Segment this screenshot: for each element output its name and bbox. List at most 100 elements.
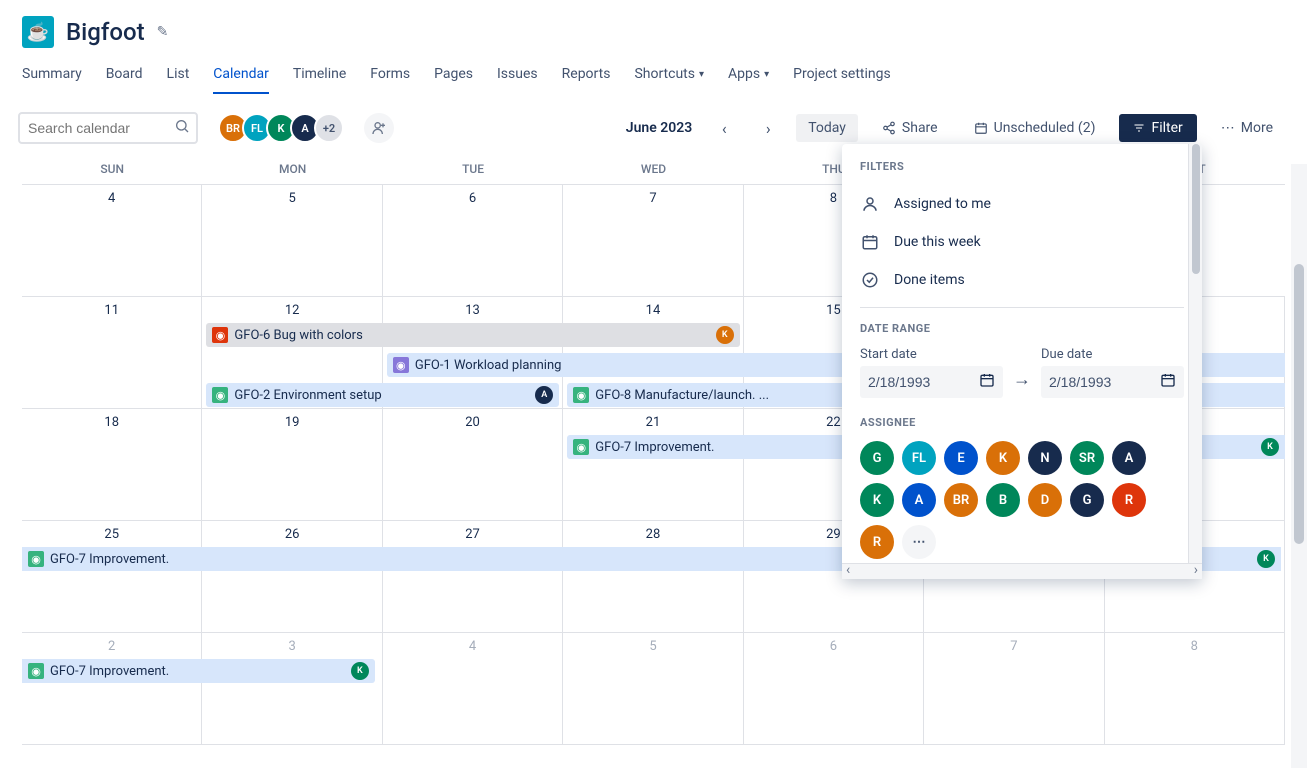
issue-type-icon: ◉ — [573, 439, 589, 455]
calendar-event[interactable]: ◉GFO-2 Environment setupA — [206, 383, 559, 407]
calendar-cell[interactable]: 4 — [22, 185, 202, 296]
assignee-chip[interactable]: D — [1028, 483, 1062, 517]
assignee-chip[interactable]: A — [902, 483, 936, 517]
tab-calendar[interactable]: Calendar — [213, 60, 269, 94]
date-number: 5 — [208, 189, 375, 206]
tab-list[interactable]: List — [167, 60, 190, 94]
date-number: 26 — [208, 525, 375, 542]
tab-shortcuts[interactable]: Shortcuts▾ — [634, 60, 704, 94]
calendar-cell[interactable]: 5 — [563, 633, 743, 744]
calendar-cell[interactable]: 5 — [202, 185, 382, 296]
calendar-cell[interactable]: 19 — [202, 409, 382, 520]
date-number: 12 — [208, 301, 375, 318]
assignee-chip[interactable]: N — [1028, 441, 1062, 475]
more-button[interactable]: ⋯ More — [1209, 114, 1285, 142]
more-label: More — [1241, 120, 1273, 136]
assignee-chip[interactable]: A — [1112, 441, 1146, 475]
date-number: 14 — [569, 301, 736, 318]
calendar-cell[interactable]: 21 — [563, 409, 743, 520]
assignee-more-button[interactable]: ⋯ — [902, 525, 936, 559]
assignee-chip[interactable]: R — [1112, 483, 1146, 517]
filter-option[interactable]: Due this week — [860, 223, 1184, 261]
calendar-cell[interactable]: 7 — [563, 185, 743, 296]
date-number: 13 — [389, 301, 556, 318]
date-number: 2 — [28, 637, 195, 654]
date-number: 20 — [389, 413, 556, 430]
event-text: GFO-7 Improvement. — [50, 664, 347, 679]
chevron-down-icon: ▾ — [699, 69, 704, 80]
assignee-chip[interactable]: K — [986, 441, 1020, 475]
edit-icon[interactable]: ✎ — [157, 24, 169, 40]
next-month-button[interactable]: › — [752, 112, 784, 144]
share-button[interactable]: Share — [870, 114, 950, 142]
calendar-cell[interactable]: 26 — [202, 521, 382, 632]
tab-board[interactable]: Board — [106, 60, 143, 94]
calendar-cell[interactable]: 20 — [383, 409, 563, 520]
assignee-avatar: K — [1257, 550, 1275, 568]
today-button[interactable]: Today — [796, 114, 858, 142]
filter-label: Filter — [1151, 120, 1182, 136]
panel-vertical-scrollbar[interactable] — [1188, 144, 1202, 563]
issue-type-icon: ◉ — [573, 387, 589, 403]
assignee-chip[interactable]: FL — [902, 441, 936, 475]
panel-horizontal-scrollbar[interactable] — [842, 563, 1202, 579]
assignee-chip[interactable]: K — [860, 483, 894, 517]
tab-pages[interactable]: Pages — [434, 60, 473, 94]
tab-issues[interactable]: Issues — [497, 60, 538, 94]
assignee-chip[interactable]: G — [1070, 483, 1104, 517]
unscheduled-button[interactable]: Unscheduled (2) — [962, 114, 1108, 142]
calendar-icon[interactable] — [979, 372, 995, 392]
calendar-cell[interactable]: 6 — [744, 633, 924, 744]
calendar-cell[interactable]: 28 — [563, 521, 743, 632]
issue-type-icon: ◉ — [212, 327, 228, 343]
add-person-button[interactable] — [364, 113, 394, 143]
calendar-cell[interactable]: 18 — [22, 409, 202, 520]
due-date-input[interactable] — [1049, 374, 1160, 390]
share-label: Share — [902, 120, 938, 136]
date-number: 6 — [389, 189, 556, 206]
filter-option-label: Due this week — [894, 234, 981, 250]
filter-button[interactable]: Filter — [1119, 114, 1196, 142]
assignee-chip[interactable]: SR — [1070, 441, 1104, 475]
page-vertical-scrollbar[interactable] — [1291, 164, 1307, 768]
chevron-down-icon: ▾ — [764, 69, 769, 80]
tab-reports[interactable]: Reports — [562, 60, 611, 94]
calendar-icon[interactable] — [1160, 372, 1176, 392]
assignee-chip[interactable]: G — [860, 441, 894, 475]
assignee-chip[interactable]: R — [860, 525, 894, 559]
avatar-row: BRFLKA+2 — [218, 113, 344, 143]
date-number: 28 — [569, 525, 736, 542]
calendar-cell[interactable]: 8 — [1105, 633, 1285, 744]
calendar-event[interactable]: ◉GFO-7 Improvement.K — [22, 659, 375, 683]
calendar-cell[interactable]: 2 — [22, 633, 202, 744]
prev-month-button[interactable]: ‹ — [708, 112, 740, 144]
tab-forms[interactable]: Forms — [370, 60, 410, 94]
issue-type-icon: ◉ — [212, 387, 228, 403]
tab-timeline[interactable]: Timeline — [293, 60, 346, 94]
assignee-chip[interactable]: BR — [944, 483, 978, 517]
due-date-label: Due date — [1041, 347, 1184, 362]
calendar-event[interactable]: ◉GFO-6 Bug with colorsK — [206, 323, 739, 347]
date-number: 4 — [389, 637, 556, 654]
calendar-cell[interactable]: 27 — [383, 521, 563, 632]
date-number: 11 — [28, 301, 195, 318]
calendar-cell[interactable]: 3 — [202, 633, 382, 744]
assignee-chip[interactable]: E — [944, 441, 978, 475]
search-input[interactable] — [18, 112, 198, 144]
calendar-cell[interactable]: 7 — [924, 633, 1104, 744]
tab-apps[interactable]: Apps▾ — [728, 60, 769, 94]
unscheduled-label: Unscheduled (2) — [994, 120, 1096, 136]
filter-option[interactable]: Assigned to me — [860, 185, 1184, 223]
calendar-cell[interactable]: 25 — [22, 521, 202, 632]
assignee-chip[interactable]: B — [986, 483, 1020, 517]
calendar-cell[interactable]: 11 — [22, 297, 202, 408]
filter-option[interactable]: Done items — [860, 261, 1184, 299]
start-date-input[interactable] — [868, 374, 979, 390]
tab-summary[interactable]: Summary — [22, 60, 82, 94]
avatar-overflow[interactable]: +2 — [314, 113, 344, 143]
calendar-cell[interactable]: 6 — [383, 185, 563, 296]
filter-option-label: Assigned to me — [894, 196, 991, 212]
tab-project-settings[interactable]: Project settings — [793, 60, 891, 94]
assignee-avatar: K — [1261, 438, 1279, 456]
calendar-cell[interactable]: 4 — [383, 633, 563, 744]
